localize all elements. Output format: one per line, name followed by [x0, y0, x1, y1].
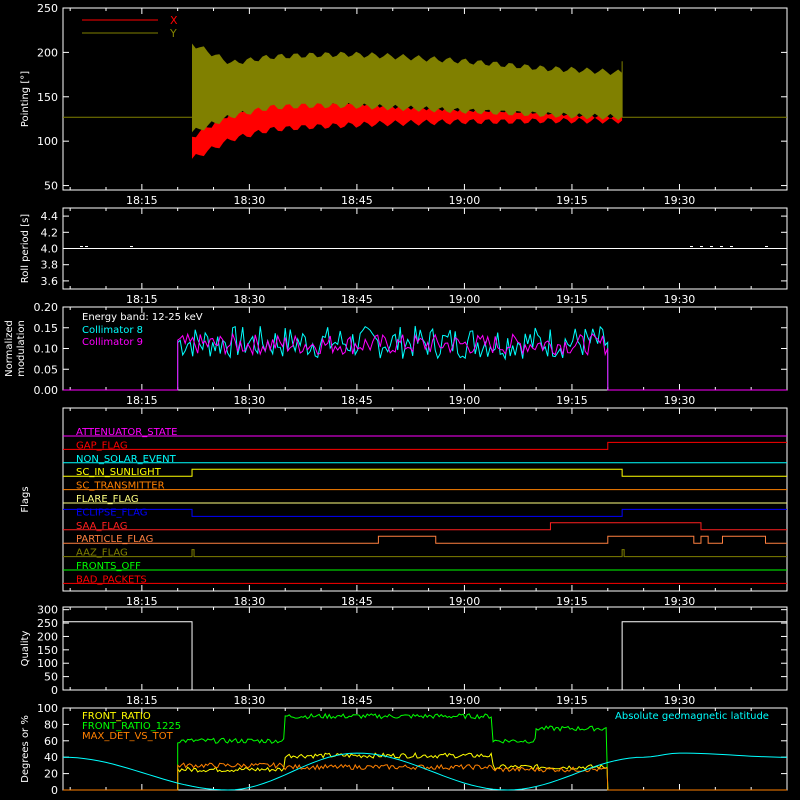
geomagnetic-annotation: Absolute geomagnetic latitude	[615, 711, 769, 722]
energy-band-annotation: Energy band: 12-25 keV	[82, 312, 203, 323]
y-tick-label: 0.10	[34, 343, 59, 356]
flag-label-sc_in_sunlight: SC_IN_SUNLIGHT	[76, 467, 162, 478]
rhessi-quicklook-figure: 18:15 18:30 18:45 19:00 19:15 19:302502001501…	[0, 0, 800, 800]
y-tick-label: 80	[44, 718, 58, 731]
y-tick-label: 0	[51, 684, 58, 697]
x-tick-label: 19:30	[664, 194, 696, 207]
flag-label-flare_flag: FLARE_FLAG	[76, 494, 139, 505]
x-tick-label: 18:45	[341, 293, 373, 306]
y-tick-label: 60	[44, 735, 58, 748]
x-tick-label: 19:30	[664, 595, 696, 608]
y-tick-label: 100	[37, 135, 58, 148]
x-tick-label: 18:30	[234, 394, 266, 407]
y-tick-label: 50	[44, 180, 58, 193]
x-tick-label: 19:00	[449, 694, 481, 707]
y-axis-label: Flags	[20, 486, 31, 512]
x-tick-label: 18:30	[234, 595, 266, 608]
y-tick-label: 0.15	[34, 322, 59, 335]
legend-label: Collimator 9	[82, 337, 143, 348]
flag-label-eclipse_flag: ECLIPSE_FLAG	[76, 507, 147, 518]
x-tick-label: 19:15	[556, 394, 588, 407]
flag-label-fronts_off: FRONTS_OFF	[76, 561, 141, 572]
y-tick-label: 0.05	[34, 363, 59, 376]
legend-label: Y	[169, 27, 177, 40]
flag-label-particle_flag: PARTICLE_FLAG	[76, 534, 153, 545]
x-tick-label: 19:30	[664, 694, 696, 707]
x-tick-label: 18:45	[341, 394, 373, 407]
y-tick-label: 50	[44, 671, 58, 684]
x-tick-label: 18:30	[234, 194, 266, 207]
flag-label-aaz_flag: AAZ_FLAG	[76, 548, 128, 559]
x-tick-label: 19:00	[449, 595, 481, 608]
y-tick-label: 100	[37, 702, 58, 715]
x-tick-label: 18:15	[126, 394, 158, 407]
x-tick-label: 19:00	[449, 194, 481, 207]
y-axis-label: modulation	[16, 320, 27, 377]
y-axis-label: Degrees or %	[20, 715, 31, 783]
legend-label: Collimator 8	[82, 325, 143, 336]
y-tick-label: 3.8	[41, 259, 59, 272]
flag-label-non_solar_event: NON_SOLAR_EVENT	[76, 454, 177, 465]
y-tick-label: 40	[44, 751, 58, 764]
x-tick-label: 18:30	[234, 293, 266, 306]
x-tick-label: 18:15	[126, 293, 158, 306]
y-tick-label: 0.00	[34, 384, 59, 397]
y-axis-label: Normalized	[4, 320, 15, 377]
x-tick-label: 19:15	[556, 595, 588, 608]
legend-label: X	[170, 14, 178, 27]
flag-label-bad_packets: BAD_PACKETS	[76, 574, 147, 585]
x-tick-label: 19:30	[664, 394, 696, 407]
flag-label-gap_flag: GAP_FLAG	[76, 440, 128, 451]
y-tick-label: 200	[37, 630, 58, 643]
x-tick-label: 19:00	[449, 293, 481, 306]
flag-label-sc_transmitter: SC_TRANSMITTER	[76, 481, 165, 492]
x-tick-label: 19:00	[449, 394, 481, 407]
x-tick-label: 19:15	[556, 694, 588, 707]
flag-label-saa_flag: SAA_FLAG	[76, 521, 127, 532]
y-tick-label: 4.2	[41, 226, 59, 239]
y-axis-label: Roll period [s]	[20, 214, 31, 283]
x-tick-label: 18:45	[341, 194, 373, 207]
flag-label-attenuator_state: ATTENUATOR_STATE	[76, 427, 177, 438]
x-tick-label: 19:15	[556, 194, 588, 207]
y-tick-label: 4.0	[41, 243, 59, 256]
y-tick-label: 4.4	[41, 210, 59, 223]
y-tick-label: 0	[51, 784, 58, 797]
x-tick-label: 18:15	[126, 194, 158, 207]
x-tick-label: 19:30	[664, 293, 696, 306]
y-axis-label: Pointing [°]	[20, 71, 31, 127]
legend-label: MAX_DET_VS_TOT	[82, 731, 174, 742]
y-tick-label: 20	[44, 768, 58, 781]
y-tick-label: 250	[37, 617, 58, 630]
x-tick-label: 18:15	[126, 595, 158, 608]
y-tick-label: 250	[37, 2, 58, 15]
x-tick-label: 18:15	[126, 694, 158, 707]
x-tick-label: 18:45	[341, 595, 373, 608]
x-tick-label: 18:30	[234, 694, 266, 707]
y-tick-label: 150	[37, 644, 58, 657]
y-axis-label: Quality	[20, 631, 31, 667]
y-tick-label: 0.20	[34, 301, 59, 314]
x-tick-label: 19:15	[556, 293, 588, 306]
y-tick-label: 3.6	[41, 275, 59, 288]
x-tick-label: 18:45	[341, 694, 373, 707]
y-tick-label: 300	[37, 604, 58, 617]
y-tick-label: 200	[37, 46, 58, 59]
y-tick-label: 150	[37, 91, 58, 104]
y-tick-label: 100	[37, 657, 58, 670]
